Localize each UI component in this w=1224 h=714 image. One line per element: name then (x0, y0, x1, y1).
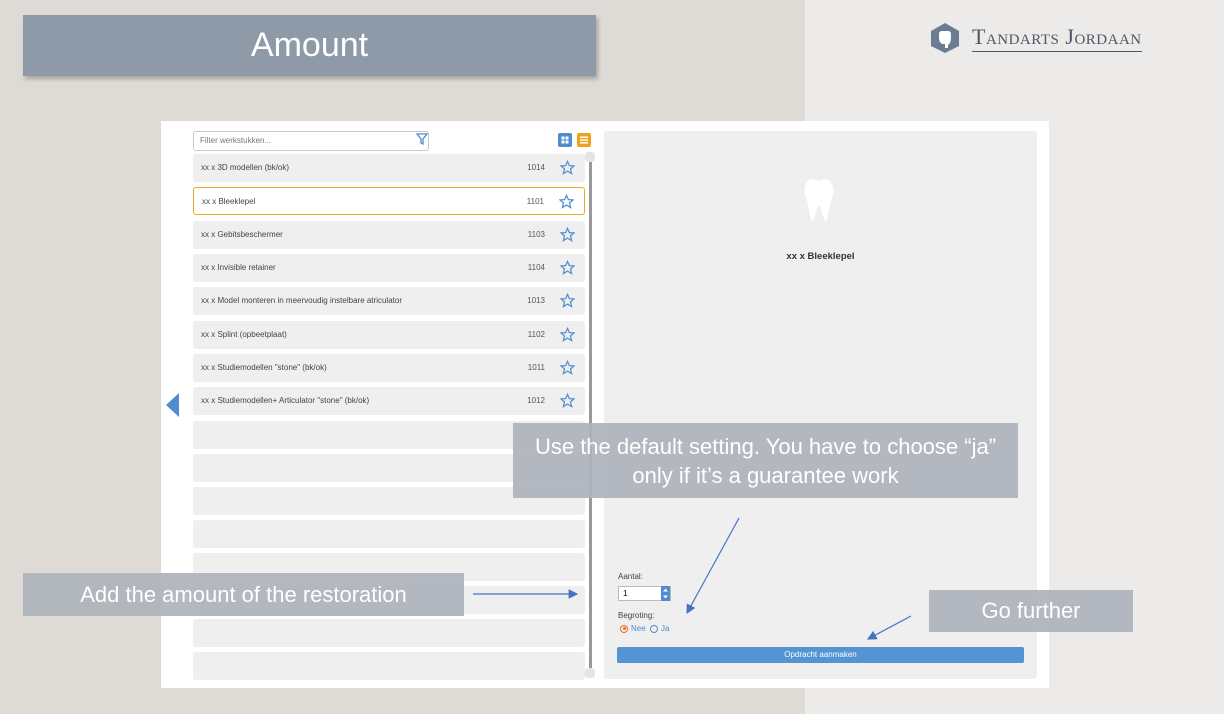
item-label: xx x Studiemodellen+ Articulator "stone"… (201, 396, 370, 405)
star-icon[interactable] (559, 194, 574, 209)
list-item[interactable]: xx x Splint (opbeetplaat) 1102 (193, 321, 585, 349)
star-icon[interactable] (560, 227, 575, 242)
star-icon[interactable] (560, 360, 575, 375)
radio-nee-label: Nee (631, 624, 646, 633)
radio-ja-label: Ja (661, 624, 670, 633)
amount-label: Aantal: (618, 572, 643, 581)
callout-amount: Add the amount of the restoration (23, 573, 464, 616)
item-label: xx x Gebitsbeschermer (201, 230, 283, 239)
amount-stepper[interactable] (661, 586, 670, 601)
empty-list-slot (193, 619, 585, 647)
item-label: xx x Splint (opbeetplaat) (201, 330, 287, 339)
item-code: 1011 (527, 363, 545, 372)
list-icon (580, 136, 588, 144)
item-code: 1102 (527, 330, 545, 339)
radio-nee[interactable]: Nee (620, 624, 646, 633)
scroll-down-button[interactable] (585, 668, 595, 678)
radio-ja[interactable]: Ja (650, 624, 669, 633)
star-icon[interactable] (560, 160, 575, 175)
callout-go-further: Go further (929, 590, 1133, 632)
filter-funnel-icon[interactable] (415, 132, 429, 146)
item-code: 1103 (527, 230, 545, 239)
filter-input[interactable]: Filter werkstukken... (193, 131, 429, 151)
item-code: 1013 (527, 296, 545, 305)
previous-slide-arrow-icon[interactable] (166, 393, 179, 417)
list-item-selected[interactable]: xx x Bleeklepel 1101 (193, 187, 585, 215)
list-item[interactable]: xx x Studiemodellen "stone" (bk/ok) 1011 (193, 354, 585, 382)
house-logo-icon (931, 23, 959, 53)
star-icon[interactable] (560, 293, 575, 308)
empty-list-slot (193, 652, 585, 680)
item-label: xx x Bleeklepel (202, 197, 256, 206)
item-label: xx x 3D modellen (bk/ok) (201, 163, 290, 172)
list-view-button[interactable] (577, 133, 591, 147)
list-item[interactable]: xx x Studiemodellen+ Articulator "stone"… (193, 387, 585, 415)
item-label: xx x Invisible retainer (201, 263, 276, 272)
star-icon[interactable] (560, 393, 575, 408)
item-code: 1101 (526, 197, 544, 206)
stepper-arrows-icon (663, 588, 668, 599)
item-code: 1104 (527, 263, 545, 272)
budget-label: Begroting: (618, 611, 655, 620)
star-icon[interactable] (560, 327, 575, 342)
list-item[interactable]: xx x 3D modellen (bk/ok) 1014 (193, 154, 585, 182)
grid-view-button[interactable] (558, 133, 572, 147)
list-scrollbar[interactable] (589, 154, 592, 678)
radio-selected-icon (620, 624, 628, 633)
create-order-button[interactable]: Opdracht aanmaken (617, 647, 1024, 663)
item-code: 1012 (527, 396, 545, 405)
scroll-up-button[interactable] (585, 152, 595, 162)
list-item[interactable]: xx x Model monteren in meervoudig instel… (193, 287, 585, 315)
callout-default-setting: Use the default setting. You have to cho… (513, 423, 1018, 498)
logo-text: Tandarts Jordaan (972, 24, 1142, 52)
detail-title: xx x Bleeklepel (786, 251, 855, 262)
tooth-icon (804, 179, 834, 221)
logo: Tandarts Jordaan (930, 22, 1142, 54)
star-icon[interactable] (560, 260, 575, 275)
list-item[interactable]: xx x Invisible retainer 1104 (193, 254, 585, 282)
item-code: 1014 (527, 163, 545, 172)
item-label: xx x Model monteren in meervoudig instel… (201, 296, 402, 305)
list-item[interactable]: xx x Gebitsbeschermer 1103 (193, 221, 585, 249)
item-label: xx x Studiemodellen "stone" (bk/ok) (201, 363, 327, 372)
empty-list-slot (193, 520, 585, 548)
grid-icon (561, 136, 569, 144)
radio-unselected-icon (650, 624, 658, 633)
slide-title: Amount (23, 15, 596, 76)
